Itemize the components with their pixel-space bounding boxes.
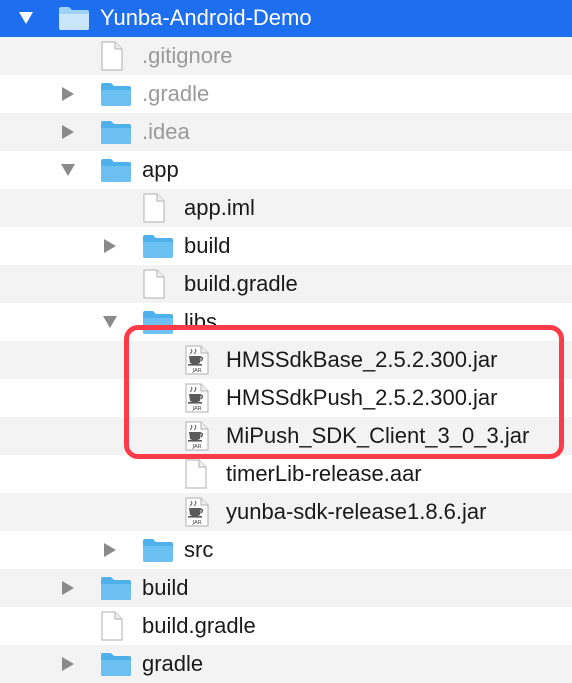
jar-file-icon: JAR	[184, 497, 210, 527]
tree-row-app[interactable]: app	[0, 151, 572, 189]
disclosure-open-icon[interactable]	[18, 10, 34, 26]
tree-row-gradle[interactable]: .gradle	[0, 75, 572, 113]
file-icon	[142, 193, 166, 223]
tree-item-label: app.iml	[184, 195, 255, 220]
disclosure-closed-icon[interactable]	[60, 656, 76, 672]
disclosure-closed-icon[interactable]	[60, 124, 76, 140]
tree-item-label: gradle	[142, 651, 204, 676]
file-icon	[100, 41, 124, 71]
tree-row-yunba-android-demo[interactable]: Yunba-Android-Demo	[0, 0, 572, 37]
tree-row-timerlib-release-aar[interactable]: timerLib-release.aar	[0, 455, 572, 493]
tree-row-build[interactable]: build	[0, 569, 572, 607]
disclosure-closed-icon[interactable]	[102, 542, 118, 558]
jar-file-icon: JAR	[184, 421, 210, 451]
tree-item-label: timerLib-release.aar	[226, 461, 422, 486]
tree-row-yunba-sdk-release1-8-6-jar[interactable]: JAR yunba-sdk-release1.8.6.jar	[0, 493, 572, 531]
folder-icon	[100, 651, 132, 677]
jar-file-icon: JAR	[184, 345, 210, 375]
folder-icon	[142, 309, 174, 335]
disclosure-open-icon[interactable]	[60, 162, 76, 178]
disclosure-closed-icon[interactable]	[102, 238, 118, 254]
folder-icon	[100, 157, 132, 183]
tree-row-libs[interactable]: libs	[0, 303, 572, 341]
folder-icon	[58, 5, 90, 31]
folder-icon	[142, 233, 174, 259]
tree-row-mipush-sdk-client-3-0-3-jar[interactable]: JAR MiPush_SDK_Client_3_0_3.jar	[0, 417, 572, 455]
tree-row-build-gradle[interactable]: build.gradle	[0, 265, 572, 303]
tree-row-idea[interactable]: .idea	[0, 113, 572, 151]
tree-item-label: build.gradle	[184, 271, 298, 296]
disclosure-closed-icon[interactable]	[60, 580, 76, 596]
folder-icon	[100, 81, 132, 107]
tree-row-build-gradle[interactable]: build.gradle	[0, 607, 572, 645]
disclosure-open-icon[interactable]	[102, 314, 118, 330]
tree-item-label: yunba-sdk-release1.8.6.jar	[226, 499, 487, 524]
tree-item-label: build	[142, 575, 189, 600]
file-icon	[100, 611, 124, 641]
svg-text:JAR: JAR	[191, 444, 201, 450]
file-icon	[142, 269, 166, 299]
folder-icon	[100, 575, 132, 601]
disclosure-closed-icon[interactable]	[60, 86, 76, 102]
tree-item-label: Yunba-Android-Demo	[100, 5, 312, 30]
tree-row-hmssdkpush-2-5-2-300-jar[interactable]: JAR HMSSdkPush_2.5.2.300.jar	[0, 379, 572, 417]
tree-item-label: app	[142, 157, 179, 182]
tree-row-src[interactable]: src	[0, 531, 572, 569]
tree-item-label: .gitignore	[142, 43, 233, 68]
tree-item-label: src	[184, 537, 214, 562]
tree-item-label: libs	[184, 309, 218, 334]
svg-text:JAR: JAR	[191, 520, 201, 526]
svg-text:JAR: JAR	[191, 406, 201, 412]
folder-icon	[100, 119, 132, 145]
tree-item-label: HMSSdkBase_2.5.2.300.jar	[226, 347, 498, 372]
tree-item-label: build	[184, 233, 231, 258]
tree-item-label: build.gradle	[142, 613, 256, 638]
svg-text:JAR: JAR	[191, 368, 201, 374]
tree-row-gradle[interactable]: gradle	[0, 645, 572, 683]
tree-item-label: .gradle	[142, 81, 210, 106]
file-icon	[184, 459, 208, 489]
tree-row-app-iml[interactable]: app.iml	[0, 189, 572, 227]
tree-row-gitignore[interactable]: .gitignore	[0, 37, 572, 75]
jar-file-icon: JAR	[184, 383, 210, 413]
tree-item-label: MiPush_SDK_Client_3_0_3.jar	[226, 423, 530, 448]
tree-item-label: HMSSdkPush_2.5.2.300.jar	[226, 385, 498, 410]
tree-row-build[interactable]: build	[0, 227, 572, 265]
tree-item-label: .idea	[142, 119, 190, 144]
folder-icon	[142, 537, 174, 563]
tree-row-hmssdkbase-2-5-2-300-jar[interactable]: JAR HMSSdkBase_2.5.2.300.jar	[0, 341, 572, 379]
